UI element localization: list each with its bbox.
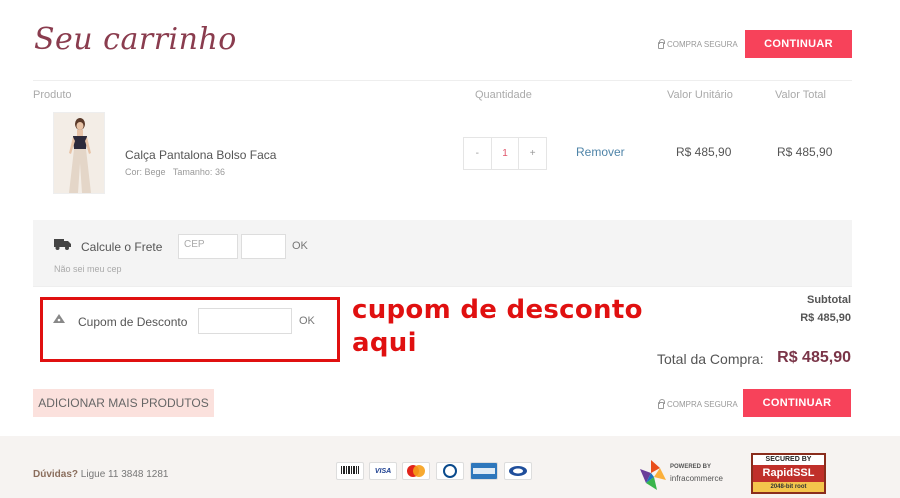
ssl-line-3: 2048-bit root — [753, 482, 824, 492]
annotation-line-2: aqui — [352, 328, 417, 358]
secure-purchase-top: COMPRA SEGURA — [658, 39, 738, 49]
header-product: Produto — [33, 89, 72, 101]
qty-decrease-button[interactable]: - — [464, 138, 491, 169]
ssl-line-2: RapidSSL — [753, 465, 824, 482]
infracommerce-logo-icon — [640, 460, 666, 490]
secure-text: COMPRA SEGURA — [667, 40, 738, 49]
continue-button-top[interactable]: CONTINUAR — [745, 30, 852, 58]
coupon-annotation: cupom de desconto aqui — [352, 294, 643, 360]
secure-purchase-bottom: COMPRA SEGURA — [658, 399, 738, 409]
page-title: Seu carrinho — [34, 22, 237, 57]
qty-increase-button[interactable]: + — [519, 138, 546, 169]
shipping-label: Calcule o Frete — [81, 240, 163, 254]
rapidssl-seal: SECURED BY RapidSSL 2048-bit root — [751, 453, 826, 494]
ssl-line-1: SECURED BY — [753, 455, 824, 465]
cep-input-2[interactable] — [241, 234, 286, 259]
product-image[interactable] — [53, 112, 105, 194]
coupon-label: Cupom de Desconto — [78, 315, 188, 329]
shipping-ok-button[interactable]: OK — [292, 240, 308, 252]
amex-icon — [470, 462, 498, 480]
continue-button-bottom[interactable]: CONTINUAR — [743, 389, 851, 417]
unit-price: R$ 485,90 — [676, 145, 732, 159]
total-value: R$ 485,90 — [777, 349, 851, 366]
add-more-products-button[interactable]: ADICIONAR MAIS PRODUTOS — [33, 389, 214, 417]
coupon-highlight-box — [40, 297, 340, 362]
powered-by-label: POWERED BY — [670, 464, 712, 470]
powered-brand: infracommerce — [670, 474, 723, 483]
lock-icon — [658, 39, 665, 49]
header-unit-price: Valor Unitário — [667, 89, 733, 101]
subtotal-label: Subtotal — [807, 294, 851, 306]
discount-tag-icon — [53, 314, 65, 323]
remove-link[interactable]: Remover — [576, 145, 625, 159]
color-label: Cor: — [125, 167, 143, 177]
help-label: Dúvidas? — [33, 469, 79, 480]
help-phone: Ligue 11 3848 1281 — [80, 469, 169, 480]
lock-icon — [658, 399, 665, 409]
quantity-stepper: - 1 + — [463, 137, 547, 170]
annotation-line-1: cupom de desconto — [352, 295, 643, 325]
color-value: Bege — [144, 167, 166, 177]
secure-text: COMPRA SEGURA — [667, 400, 738, 409]
mastercard-icon — [402, 462, 430, 480]
size-label: Tamanho: — [172, 167, 213, 177]
total-label: Total da Compra: — [657, 351, 764, 367]
boleto-icon — [336, 462, 364, 480]
size-value: 36 — [214, 167, 225, 177]
coupon-input[interactable] — [198, 308, 292, 334]
qty-value[interactable]: 1 — [490, 138, 520, 169]
total-price: R$ 485,90 — [777, 145, 833, 159]
header-total-price: Valor Total — [775, 89, 826, 101]
divider — [33, 286, 852, 287]
help-text: Dúvidas? Ligue 11 3848 1281 — [33, 469, 168, 480]
powered-by-infracommerce: POWERED BY infracommerce — [637, 459, 733, 491]
product-name[interactable]: Calça Pantalona Bolso Faca — [125, 148, 276, 162]
product-attributes: Cor: Bege Tamanho: 36 — [125, 167, 225, 177]
coupon-ok-button[interactable]: OK — [299, 315, 315, 327]
unknown-cep-link[interactable]: Não sei meu cep — [54, 264, 122, 274]
subtotal-value: R$ 485,90 — [800, 312, 851, 324]
divider — [33, 80, 852, 81]
diners-icon — [436, 462, 464, 480]
header-quantity: Quantidade — [475, 89, 532, 101]
cep-input-1[interactable]: CEP — [178, 234, 238, 259]
truck-icon — [54, 239, 71, 250]
visa-icon: VISA — [369, 462, 397, 480]
hipercard-icon — [504, 462, 532, 480]
